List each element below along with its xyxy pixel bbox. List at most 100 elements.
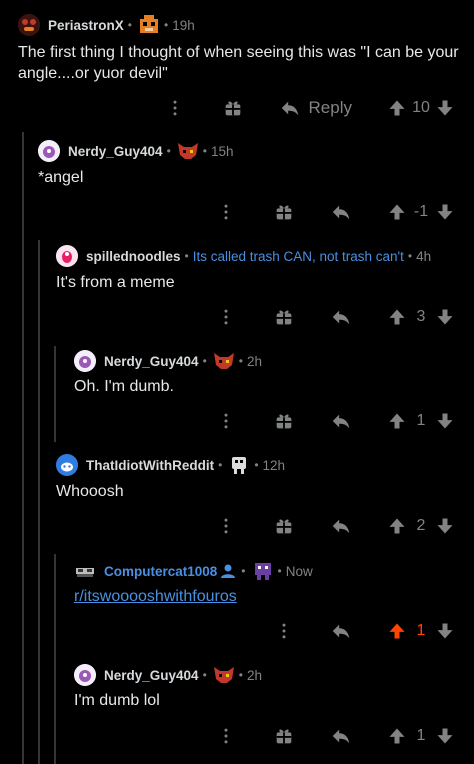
separator-dot: • <box>166 144 171 158</box>
reply-button[interactable] <box>330 725 352 747</box>
upvote-icon[interactable] <box>386 516 408 536</box>
username[interactable]: Nerdy_Guy404 <box>104 354 199 369</box>
avatar[interactable] <box>74 560 96 582</box>
reply-icon <box>330 620 352 642</box>
downvote-icon[interactable] <box>434 726 456 746</box>
username[interactable]: Nerdy_Guy404 <box>68 144 163 159</box>
reply-button[interactable] <box>330 515 352 537</box>
upvote-icon[interactable] <box>386 98 408 118</box>
timestamp: 15h <box>210 143 234 159</box>
more-options-icon[interactable] <box>214 307 238 327</box>
award-gift-icon[interactable] <box>272 725 296 747</box>
upvote-icon[interactable] <box>386 307 408 327</box>
downvote-icon[interactable] <box>434 202 456 222</box>
downvote-icon[interactable] <box>434 307 456 327</box>
separator-dot: • <box>238 668 243 682</box>
avatar[interactable] <box>56 454 78 476</box>
more-options-icon[interactable] <box>214 411 238 431</box>
award-gift-icon[interactable] <box>272 201 296 223</box>
reply-button[interactable] <box>330 306 352 328</box>
username[interactable]: ThatIdiotWithReddit <box>86 458 214 473</box>
reply-icon <box>330 201 352 223</box>
downvote-icon[interactable] <box>434 411 456 431</box>
downvote-icon[interactable] <box>434 621 456 641</box>
score: 1 <box>416 622 426 639</box>
reply-label: Reply <box>308 98 352 117</box>
reply-icon <box>330 515 352 537</box>
separator-dot: • <box>127 18 132 32</box>
separator-dot: • <box>163 18 169 32</box>
downvote-icon[interactable] <box>434 516 456 536</box>
separator-dot: • <box>241 564 246 578</box>
username[interactable]: PeriastronX <box>48 18 124 33</box>
timestamp: 12h <box>262 457 286 473</box>
separator-dot: • <box>277 564 282 578</box>
foxy-icon <box>177 141 199 161</box>
avatar[interactable] <box>18 14 40 36</box>
score: -1 <box>413 203 429 220</box>
timestamp: 2h <box>246 667 262 683</box>
separator-dot: • <box>407 249 413 263</box>
separator-dot: • <box>202 354 207 368</box>
upvote-icon[interactable] <box>386 726 408 746</box>
username[interactable]: spillednoodles <box>86 249 181 264</box>
upvote-icon[interactable] <box>386 411 408 431</box>
avatar[interactable] <box>74 664 96 686</box>
thread-line[interactable] <box>38 240 40 764</box>
avatar[interactable] <box>56 245 78 267</box>
score: 1 <box>416 727 426 744</box>
avatar[interactable] <box>74 350 96 372</box>
user-flair: Its called trash CAN, not trash can't <box>192 248 404 264</box>
comment-body: It's from a meme <box>56 274 175 291</box>
username[interactable]: Nerdy_Guy404 <box>104 668 199 683</box>
reply-icon <box>330 306 352 328</box>
award-gift-icon[interactable] <box>272 515 296 537</box>
separator-dot: • <box>218 458 223 472</box>
more-options-icon[interactable] <box>214 726 238 746</box>
award-gift-icon[interactable] <box>272 306 296 328</box>
username[interactable]: Computercat1008 <box>104 564 217 579</box>
score: 3 <box>416 308 426 325</box>
timestamp: 19h <box>172 17 195 33</box>
separator-dot: • <box>254 458 259 472</box>
comment-body: I'm dumb lol <box>74 692 160 709</box>
subreddit-link[interactable]: r/itswooooshwithfouros <box>74 586 237 607</box>
purple-guy-icon <box>252 561 274 581</box>
more-options-icon[interactable] <box>163 98 187 118</box>
reply-button[interactable] <box>330 201 352 223</box>
more-options-icon[interactable] <box>214 516 238 536</box>
downvote-icon[interactable] <box>434 98 456 118</box>
reply-icon <box>330 725 352 747</box>
reply-icon <box>330 410 352 432</box>
comment-body: Oh. I'm dumb. <box>74 378 174 395</box>
more-options-icon[interactable] <box>214 202 238 222</box>
score: 1 <box>416 412 426 429</box>
thread-line[interactable] <box>54 554 56 764</box>
reply-button[interactable]: Reply <box>279 97 352 119</box>
reply-button[interactable] <box>330 410 352 432</box>
foxy-icon <box>213 665 235 685</box>
score: 10 <box>412 99 430 116</box>
reply-icon <box>279 97 301 119</box>
foxy-icon <box>213 351 235 371</box>
thread-line[interactable] <box>54 346 56 442</box>
upvote-icon[interactable] <box>386 202 408 222</box>
thread-line[interactable] <box>22 132 24 764</box>
comment-body: The first thing I thought of when seeing… <box>18 44 459 82</box>
separator-dot: • <box>202 668 207 682</box>
separator-dot: • <box>238 354 243 368</box>
separator-dot: • <box>202 144 207 158</box>
avatar[interactable] <box>38 140 60 162</box>
upvote-icon[interactable] <box>386 621 408 641</box>
separator-dot: • <box>184 249 189 263</box>
comment-body: Whooosh <box>56 483 124 500</box>
more-options-icon[interactable] <box>272 621 296 641</box>
op-person-icon <box>219 561 237 581</box>
comment-body: *angel <box>38 169 84 186</box>
award-gift-icon[interactable] <box>221 97 245 119</box>
reply-button[interactable] <box>330 620 352 642</box>
timestamp: Now <box>285 563 313 579</box>
award-gift-icon[interactable] <box>272 410 296 432</box>
timestamp: 2h <box>246 353 262 369</box>
freddy-icon <box>138 15 160 35</box>
